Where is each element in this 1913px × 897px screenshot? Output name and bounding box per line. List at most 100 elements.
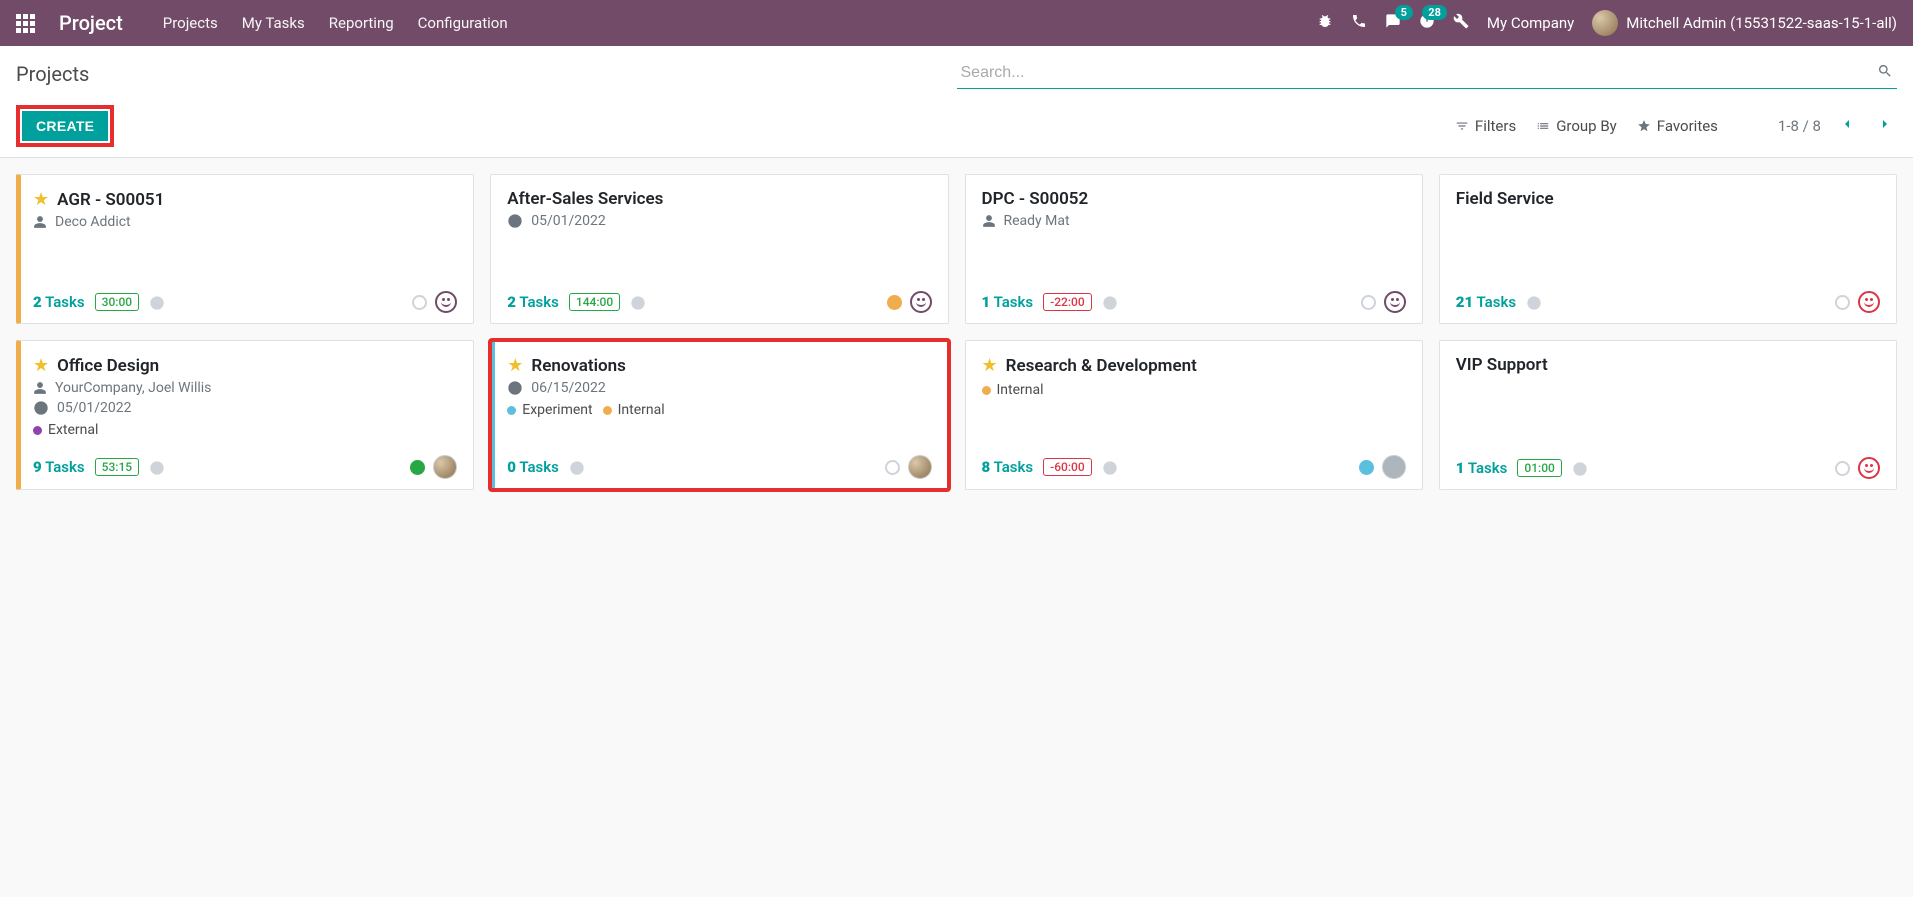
star-icon[interactable]: ★ — [33, 355, 49, 376]
tasks-label: Tasks — [994, 458, 1034, 476]
app-brand[interactable]: Project — [59, 11, 123, 35]
clock-icon[interactable] — [149, 458, 165, 476]
tasks-link[interactable]: 0 Tasks — [507, 458, 585, 476]
tasks-label: Tasks — [45, 458, 85, 476]
star-icon[interactable]: ★ — [507, 355, 523, 376]
tasks-link[interactable]: 2 Tasks 30:00 — [33, 293, 165, 311]
tasks-link[interactable]: 1 Tasks01:00 — [1456, 459, 1588, 477]
search-input[interactable] — [957, 58, 1898, 88]
project-card[interactable]: ★AGR - S00051Deco Addict2 Tasks30:00 — [16, 174, 474, 324]
project-title: DPC - S00052 — [982, 189, 1089, 209]
star-icon[interactable]: ★ — [33, 189, 49, 210]
clock-icon[interactable] — [1572, 459, 1588, 477]
tasks-count: 0 — [507, 458, 516, 476]
tasks-count: 2 — [33, 293, 42, 311]
nav-item-reporting[interactable]: Reporting — [329, 14, 394, 32]
status-circle-icon[interactable] — [412, 295, 427, 310]
tag: Internal — [982, 382, 1044, 398]
page-title: Projects — [16, 62, 89, 86]
nav-item-configuration[interactable]: Configuration — [418, 14, 508, 32]
assignee-avatar-icon[interactable] — [433, 455, 457, 479]
time-badge: 144:00 — [569, 293, 620, 311]
tag-dot-icon — [603, 406, 612, 415]
partner-label: Deco Addict — [55, 214, 131, 230]
star-icon[interactable]: ★ — [982, 355, 998, 376]
project-card[interactable]: After-Sales Services 05/01/2022 2 Tasks 144… — [490, 174, 948, 324]
search-bar[interactable] — [957, 58, 1898, 89]
project-title: After-Sales Services — [507, 189, 663, 209]
pager-next[interactable] — [1873, 116, 1897, 137]
tasks-link[interactable]: 9 Tasks53:15 — [33, 458, 165, 476]
time-badge: -22:00 — [1043, 293, 1092, 311]
time-badge: 30:00 — [95, 293, 139, 311]
tasks-link[interactable]: 21 Tasks — [1456, 293, 1542, 311]
tasks-link[interactable]: 2 Tasks 144:00 — [507, 293, 646, 311]
date-label: 05/01/2022 — [531, 213, 606, 229]
partner-label: YourCompany, Joel Willis — [55, 380, 211, 396]
project-card[interactable]: ★Office DesignYourCompany, Joel Willis05… — [16, 340, 474, 490]
time-badge: -60:00 — [1043, 458, 1092, 476]
search-icon[interactable] — [1877, 63, 1893, 83]
clock-icon — [33, 400, 49, 416]
filters-label: Filters — [1475, 117, 1516, 135]
nav-item-my-tasks[interactable]: My Tasks — [242, 14, 305, 32]
bug-icon[interactable] — [1317, 13, 1333, 33]
favorites-dropdown[interactable]: Favorites — [1637, 117, 1718, 135]
project-title: Field Service — [1456, 189, 1554, 209]
project-card[interactable]: VIP Support 1 Tasks01:00 — [1439, 340, 1897, 490]
status-circle-icon[interactable] — [1361, 295, 1376, 310]
groupby-dropdown[interactable]: Group By — [1536, 117, 1617, 135]
project-title: VIP Support — [1456, 355, 1548, 375]
tasks-label: Tasks — [45, 293, 85, 311]
nav-item-projects[interactable]: Projects — [163, 14, 218, 32]
pager-text: 1-8 / 8 — [1778, 117, 1821, 135]
tasks-link[interactable]: 1 Tasks-22:00 — [982, 293, 1118, 311]
funnel-icon — [1455, 119, 1469, 134]
project-card[interactable]: ★Renovations06/15/2022ExperimentInternal… — [490, 340, 948, 490]
status-circle-icon[interactable] — [1835, 295, 1850, 310]
status-circle-icon[interactable] — [887, 295, 902, 310]
apps-icon[interactable] — [16, 14, 35, 33]
clock-icon[interactable] — [1102, 458, 1118, 476]
status-circle-icon[interactable] — [1835, 461, 1850, 476]
status-circle-icon[interactable] — [1359, 460, 1374, 475]
create-button[interactable]: CREATE — [22, 111, 108, 141]
clock-icon[interactable] — [1102, 293, 1118, 311]
clock-icon[interactable] — [630, 293, 646, 311]
tasks-label: Tasks — [1477, 293, 1517, 311]
pager-prev[interactable] — [1835, 116, 1859, 137]
smiley-icon[interactable] — [1858, 291, 1880, 313]
tag-dot-icon — [507, 406, 516, 415]
clock-icon[interactable] — [1526, 293, 1542, 311]
phone-icon[interactable] — [1351, 13, 1367, 33]
time-badge: 01:00 — [1517, 459, 1561, 477]
smiley-icon[interactable] — [1858, 457, 1880, 479]
tasks-count: 2 — [507, 293, 516, 311]
tag: Internal — [603, 402, 665, 418]
groupby-label: Group By — [1556, 117, 1617, 135]
filters-dropdown[interactable]: Filters — [1455, 117, 1516, 135]
tasks-label: Tasks — [519, 293, 559, 311]
tasks-link[interactable]: 8 Tasks-60:00 — [982, 458, 1118, 476]
project-card[interactable]: Field Service 21 Tasks — [1439, 174, 1897, 324]
create-highlight-box: CREATE — [16, 105, 114, 147]
smiley-icon[interactable] — [435, 291, 457, 313]
status-circle-icon[interactable] — [885, 460, 900, 475]
user-icon — [982, 214, 996, 229]
company-switcher[interactable]: My Company — [1487, 14, 1574, 32]
messages-icon[interactable]: 5 — [1385, 13, 1401, 33]
smiley-icon[interactable] — [1384, 291, 1406, 313]
clock-icon[interactable] — [569, 458, 585, 476]
project-card[interactable]: ★Research & DevelopmentInternal8 Tasks-6… — [965, 340, 1423, 490]
clock-icon[interactable] — [149, 293, 165, 311]
list-icon — [1536, 119, 1550, 134]
project-card[interactable]: DPC - S00052Ready Mat1 Tasks-22:00 — [965, 174, 1423, 324]
activities-icon[interactable]: 28 — [1419, 13, 1435, 33]
assignee-avatar-icon[interactable] — [1382, 455, 1406, 479]
assignee-avatar-icon[interactable] — [908, 455, 932, 479]
user-menu[interactable]: Mitchell Admin (15531522-saas-15-1-all) — [1592, 10, 1897, 36]
smiley-icon[interactable] — [910, 291, 932, 313]
tools-icon[interactable] — [1453, 13, 1469, 33]
tag: Experiment — [507, 402, 592, 418]
status-circle-icon[interactable] — [410, 460, 425, 475]
